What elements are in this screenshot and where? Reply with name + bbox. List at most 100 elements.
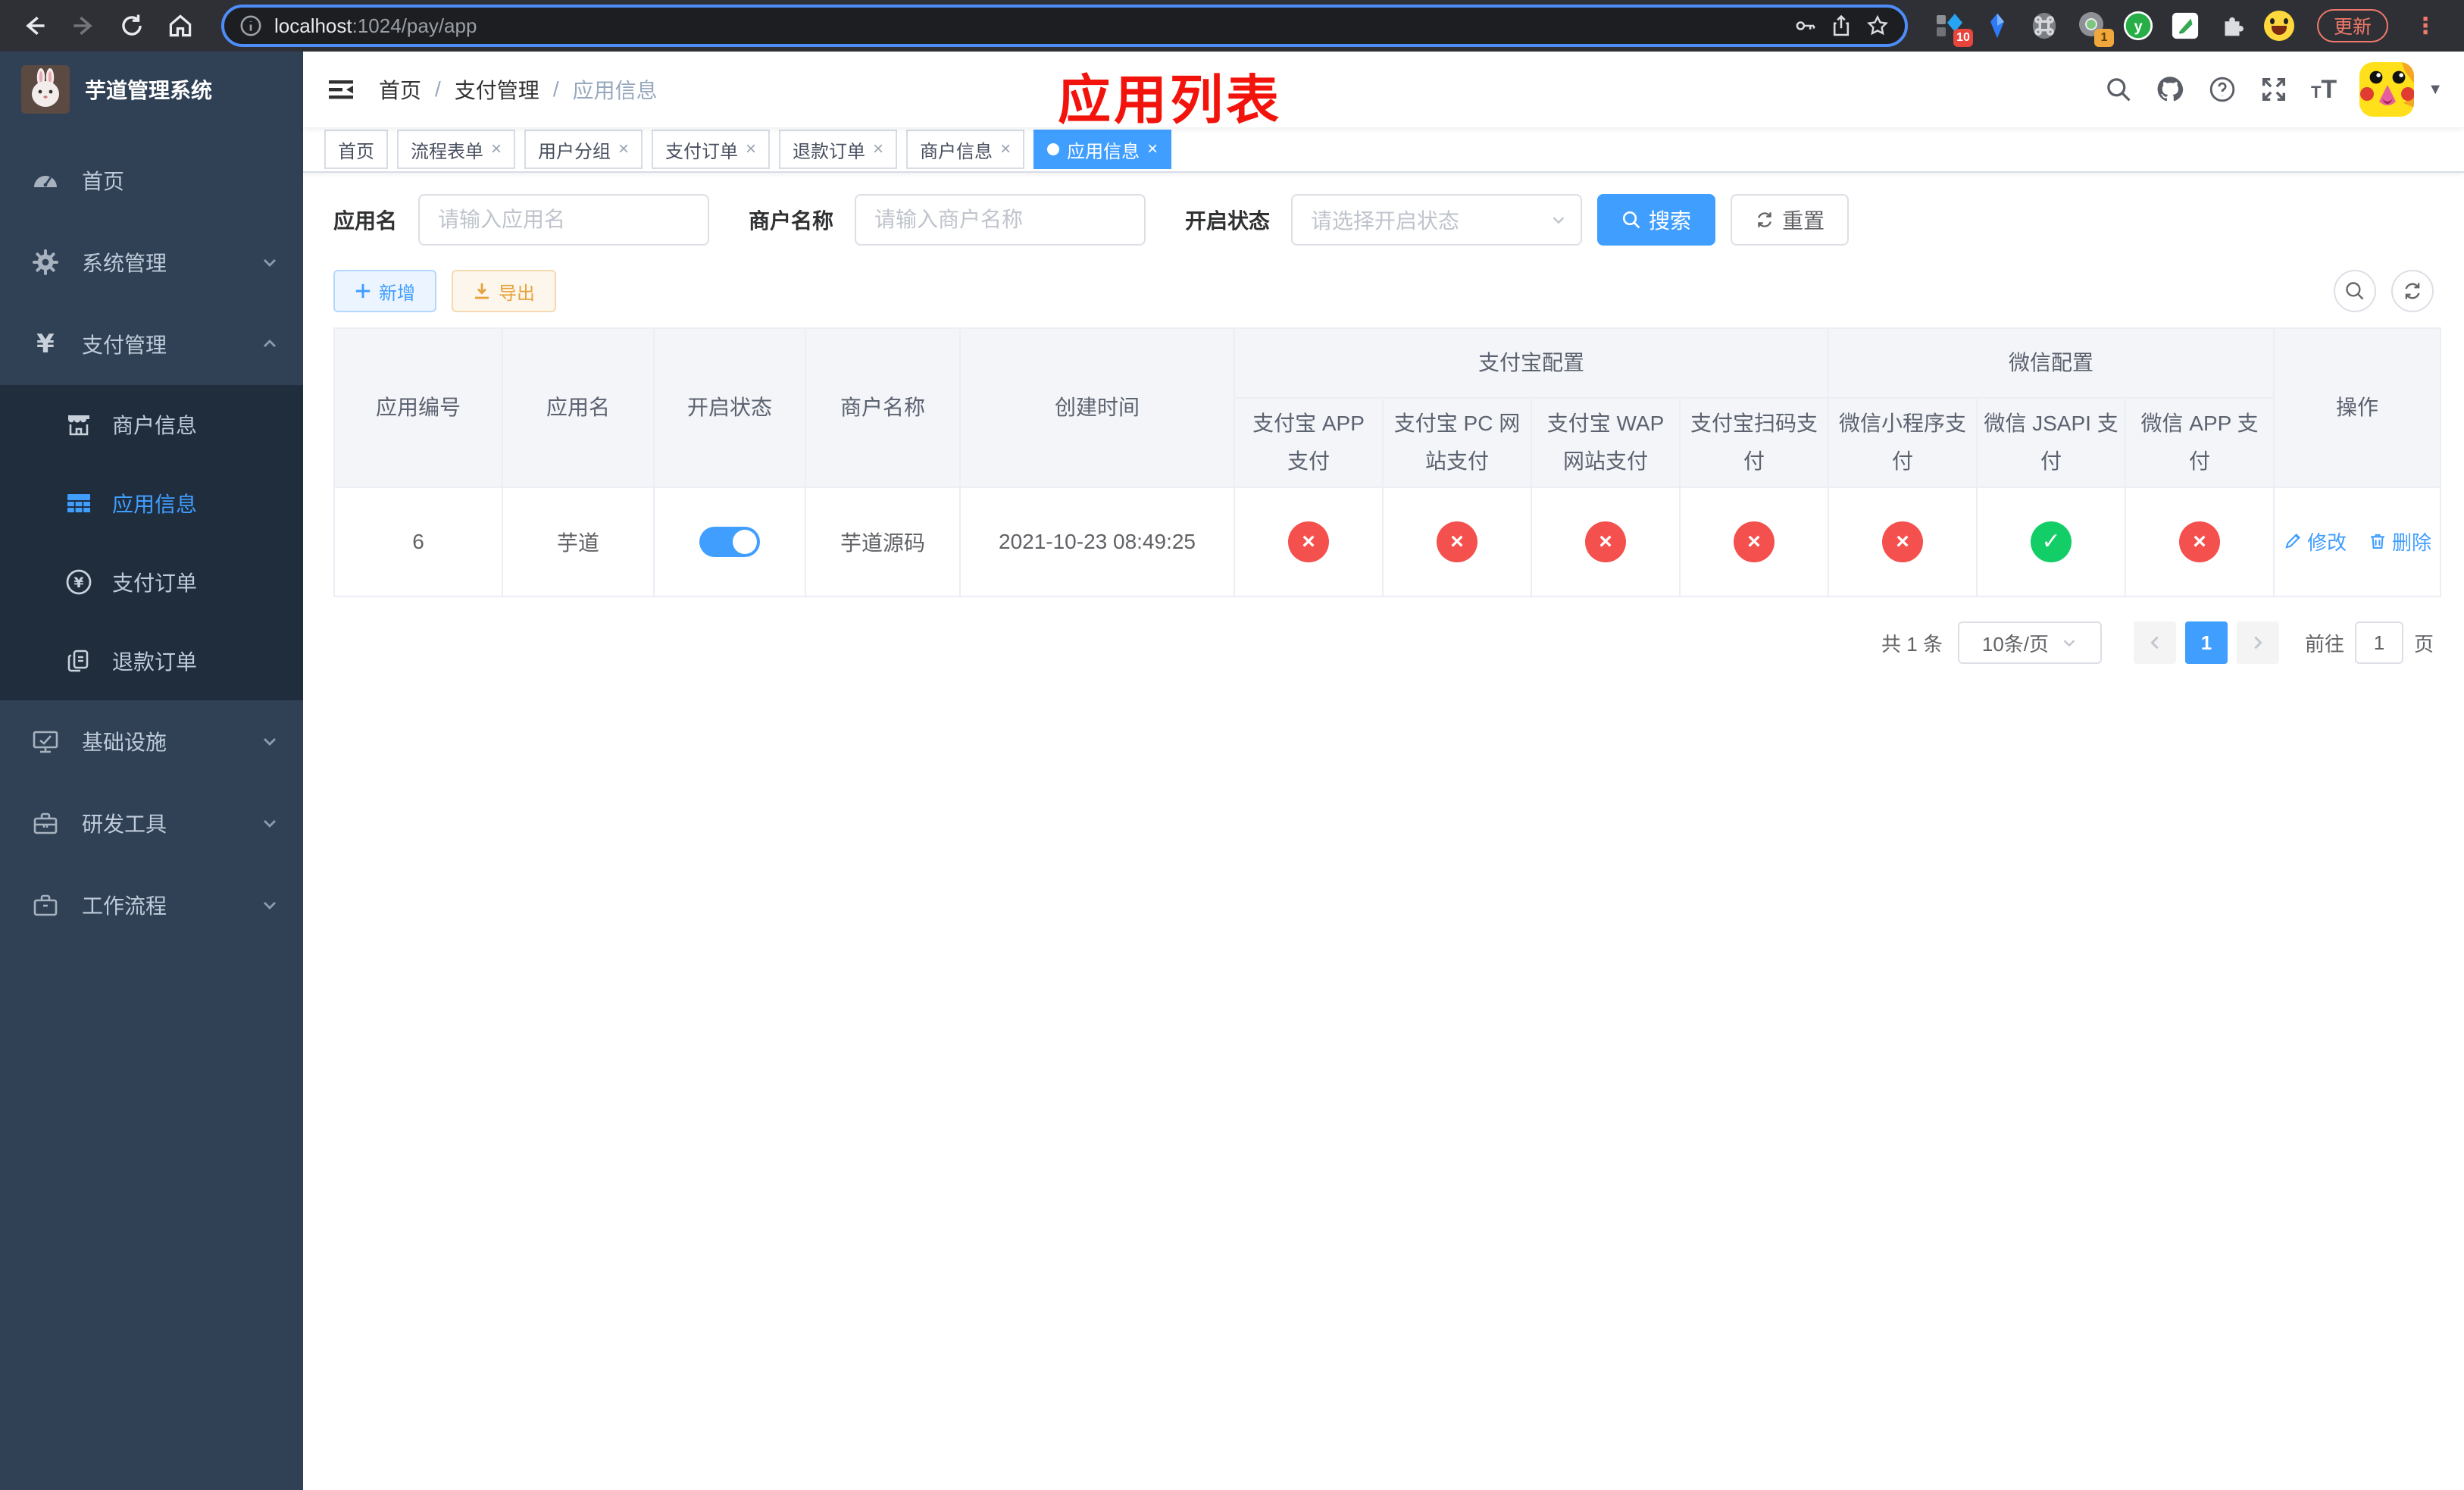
browser-menu-icon[interactable]: ⋮ [2405,13,2443,39]
pagination: 共 1 条 10条/页 1 前往 1 页 [333,621,2434,664]
url-text: localhost:1024/pay/app [274,14,477,37]
tag-home[interactable]: 首页× [324,130,388,169]
sidebar-item-infrastructure[interactable]: 基础设施 [0,700,303,782]
monitor-check-icon [30,726,61,756]
browser-home-button[interactable] [161,6,200,45]
page-size-select[interactable]: 10条/页 [1957,621,2102,664]
sidebar-item-home[interactable]: 首页 [0,139,303,221]
merchant-name-input[interactable] [855,194,1146,246]
search-icon[interactable] [2105,76,2132,103]
next-page-button[interactable] [2236,621,2279,664]
tag-refund-order[interactable]: 退款订单 × [779,130,898,169]
yen-icon: ¥ [36,329,55,359]
edit-link[interactable]: 修改 [2283,527,2347,556]
breadcrumb-current: 应用信息 [572,79,658,102]
user-avatar[interactable] [2359,62,2415,117]
page-number[interactable]: 1 [2184,621,2228,664]
sidebar-item-payment[interactable]: ¥ 支付管理 [0,303,303,385]
tag-user-group[interactable]: 用户分组 × [524,130,643,169]
cell-app-id: 6 [333,487,503,597]
sidebar-logo-row[interactable]: 芋道管理系统 [0,52,303,127]
breadcrumb-home[interactable]: 首页 [379,74,421,105]
cell-app-name: 芋道 [502,487,655,597]
dashboard-icon [30,165,61,196]
status-icon: × [1585,521,1626,562]
github-icon[interactable] [2155,74,2185,105]
reset-button[interactable]: 重置 [1731,194,1850,246]
extensions-area: 10 1 y 更新 ⋮ [1929,9,2449,47]
help-icon[interactable] [2208,75,2237,104]
app-name-input[interactable] [418,194,710,246]
font-size-icon[interactable]: TT [2311,77,2337,102]
delete-link[interactable]: 删除 [2368,527,2431,556]
total-count: 共 1 条 [1881,632,1943,656]
add-button[interactable]: 新增 [333,270,436,312]
sidebar-item-system[interactable]: 系统管理 [0,221,303,303]
screenshot-root: localhost:1024/pay/app 10 1 y 更新 ⋮ 芋道管理系… [0,0,2464,1490]
chevron-down-icon [261,814,279,832]
password-key-icon[interactable] [1793,14,1817,38]
extensions-puzzle-icon[interactable] [2217,11,2247,41]
tag-process-form[interactable]: 流程表单 × [397,130,516,169]
extension-balloon-icon[interactable] [1982,11,2012,41]
logo-image [21,65,70,114]
extension-pin-icon[interactable]: 10 [1935,11,1973,47]
refresh-table-button[interactable] [2391,270,2434,312]
extension-camera-icon[interactable]: 1 [2076,11,2114,47]
goto-page-input[interactable] [2354,621,2403,664]
group-alipay-config: 支付宝配置 [1233,327,1830,399]
status-select[interactable]: 请选择开启状态 [1291,194,1583,246]
site-info-icon[interactable] [239,14,262,37]
prev-page-button[interactable] [2133,621,2176,664]
sidebar-item-pay-order[interactable]: ¥ 支付订单 [0,543,303,621]
browser-reload-button[interactable] [112,6,152,45]
browser-back-button[interactable] [15,6,55,45]
sidebar-item-merchant-info[interactable]: 商户信息 [0,385,303,464]
close-icon[interactable]: × [491,140,502,158]
fullscreen-icon[interactable] [2259,75,2288,104]
sidebar-item-workflow[interactable]: 工作流程 [0,864,303,946]
top-navbar: 首页 / 支付管理 / 应用信息 应用列表 TT ▼ [303,52,2464,130]
browser-update-button[interactable]: 更新 [2316,9,2388,42]
tag-app-info[interactable]: 应用信息 × [1033,130,1172,169]
sidebar-collapse-icon[interactable] [324,73,358,106]
close-icon[interactable]: × [618,140,629,158]
address-bar[interactable]: localhost:1024/pay/app [221,5,1908,47]
group-wechat-config: 微信配置 [1828,327,2275,399]
avatar-caret-icon[interactable]: ▼ [2428,81,2443,99]
breadcrumb: 首页 / 支付管理 / 应用信息 [379,74,658,105]
bookmark-star-icon[interactable] [1865,14,1890,38]
export-button[interactable]: 导出 [452,270,556,312]
cell-actions: 修改 删除 [2273,487,2442,597]
browser-forward-button[interactable] [64,6,103,45]
tag-merchant-info[interactable]: 商户信息 × [906,130,1025,169]
share-icon[interactable] [1829,14,1853,38]
tag-pay-order[interactable]: 支付订单 × [652,130,771,169]
extension-notes-icon[interactable] [2170,11,2200,41]
payment-submenu: 商户信息 应用信息 ¥ 支付订单 退款订单 [0,385,303,700]
breadcrumb-payment[interactable]: 支付管理 [455,74,539,105]
col-created: 创建时间 [959,327,1235,488]
extension-command-icon[interactable] [2029,11,2059,41]
close-icon[interactable]: × [1147,140,1158,158]
toggle-search-button[interactable] [2334,270,2376,312]
status-toggle[interactable] [699,527,760,557]
close-icon[interactable]: × [746,140,756,158]
table-grid-icon [64,488,94,518]
chevron-up-icon [261,335,279,353]
close-icon[interactable]: × [873,140,883,158]
extension-y-icon[interactable]: y [2123,11,2153,41]
chevron-down-icon [2061,634,2078,651]
sidebar-item-dev-tools[interactable]: 研发工具 [0,782,303,864]
app-name-label: 应用名 [333,209,398,233]
col-wechat-jsapi: 微信 JSAPI 支付 [1976,397,2127,488]
close-icon[interactable]: × [1000,140,1011,158]
sidebar-item-app-info[interactable]: 应用信息 [0,464,303,543]
sidebar-item-refund-order[interactable]: 退款订单 [0,621,303,700]
col-app-id: 应用编号 [333,327,503,488]
status-icon: × [1882,521,1924,562]
search-button[interactable]: 搜索 [1597,194,1716,246]
tags-view: 首页× 流程表单× 用户分组× 支付订单× 退款订单× 商户信息× 应用信息× [303,127,2464,173]
app-table: 应用编号 应用名 开启状态 商户名称 创建时间 支付宝配置 微信配置 操作 支付… [333,327,2442,597]
extension-smiley-icon[interactable] [2263,11,2294,41]
